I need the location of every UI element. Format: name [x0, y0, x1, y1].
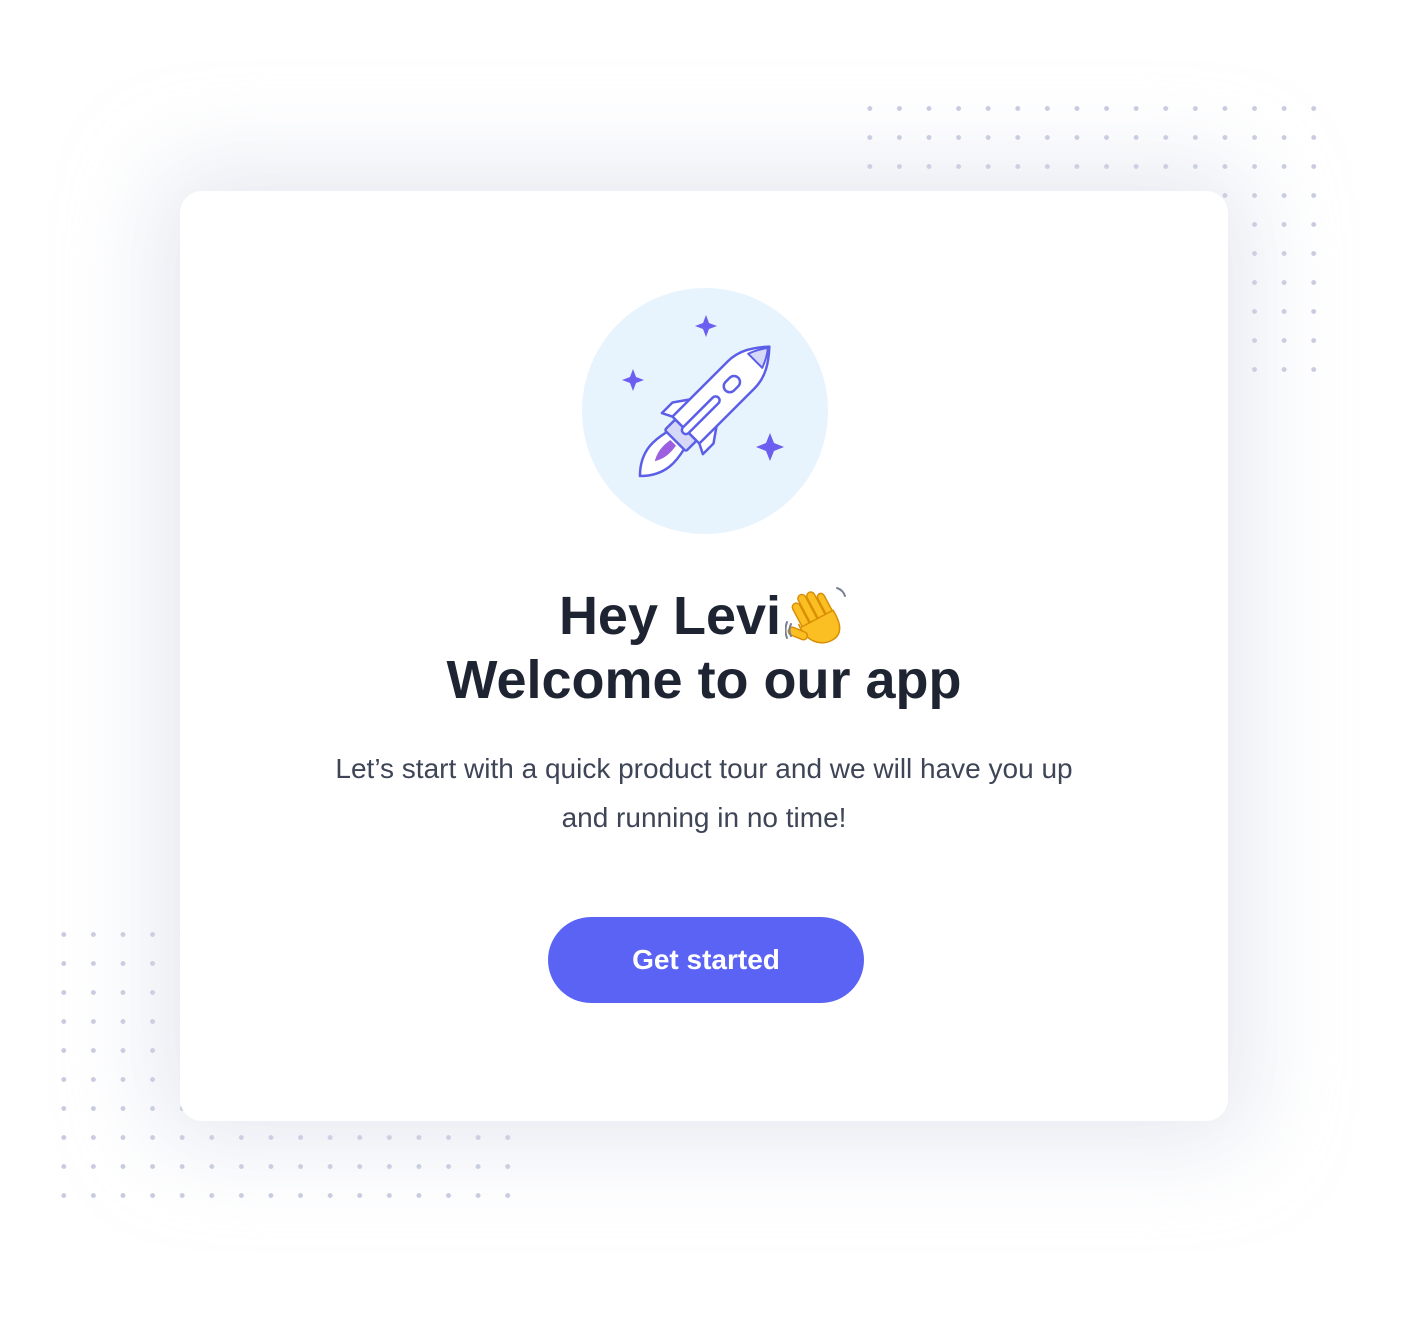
waving-hand-icon [785, 587, 847, 644]
greeting-text: Hey Levi [558, 586, 782, 646]
welcome-modal: Hey Levi Welcome to our app Let’s start … [180, 191, 1228, 1121]
welcome-heading: Hey Levi Welcome to our app [180, 584, 1228, 712]
welcome-description: Let’s start with a quick product tour an… [335, 753, 1073, 833]
welcome-title: Welcome to our app [446, 650, 962, 710]
get-started-button[interactable]: Get started [548, 917, 864, 1003]
page-background: Hey Levi Welcome to our app Let’s start … [0, 0, 1404, 1336]
rocket-icon [582, 288, 828, 534]
